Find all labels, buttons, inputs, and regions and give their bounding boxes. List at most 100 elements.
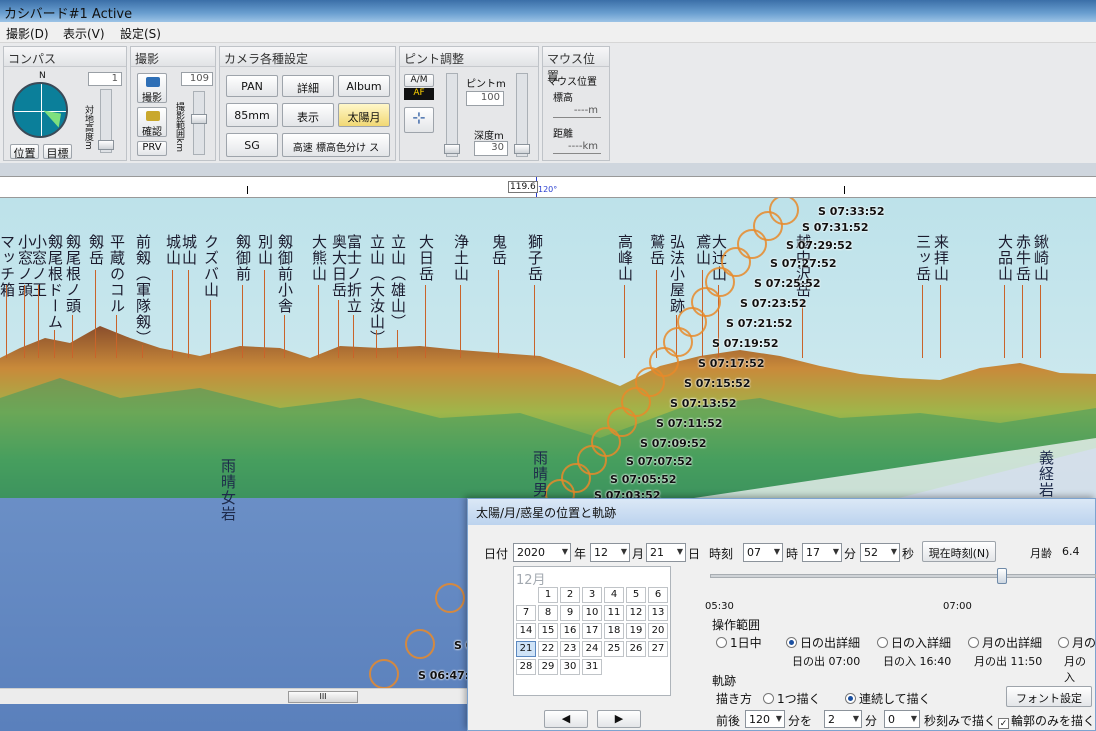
draw-once-radio[interactable]: 1つ描く [763,690,821,707]
sun-time-label: S 07:25:52 [754,277,821,290]
draw-continuous-label: 連続して描く [859,692,931,706]
confirm-label: 確認 [142,127,162,138]
calendar-day[interactable]: 24 [582,641,602,657]
focus-target-button[interactable]: ⊹ [404,107,434,133]
peak-leader-line [142,345,143,358]
peak-label: 剱尾根ドーム [46,234,64,330]
menu-settings[interactable]: 設定(S) [120,25,161,42]
calendar-day[interactable]: 20 [648,623,668,639]
time-mid: 07:00 [943,601,972,612]
album-button[interactable]: Album [338,75,390,97]
calendar-day[interactable]: 25 [604,641,624,657]
hour-select[interactable]: 07 [743,543,783,562]
calendar-day[interactable]: 31 [582,659,602,675]
render-mode-button[interactable]: 高速 標高色分け ス [282,133,390,157]
month-select[interactable]: 12 [590,543,630,562]
calendar-day[interactable]: 27 [648,641,668,657]
calendar-day[interactable]: 1 [538,587,558,603]
lens-button[interactable]: 85mm [226,103,278,127]
sg-button[interactable]: SG [226,133,278,157]
calendar-day[interactable]: 9 [560,605,580,621]
target-button[interactable]: 目標 [43,144,72,160]
outline-only-checkbox[interactable]: ✓ 輪郭のみを描く [998,712,1095,729]
detail-button[interactable]: 詳細 [282,75,334,97]
af-indicator[interactable]: AF [404,88,434,100]
menu-view[interactable]: 表示(V) [63,25,105,42]
range-radio[interactable]: 日の入詳細 [877,634,951,651]
calendar-day[interactable]: 16 [560,623,580,639]
calendar-day[interactable]: 15 [538,623,558,639]
calendar-day[interactable]: 13 [648,605,668,621]
compass-dial[interactable] [12,82,68,138]
calendar-day[interactable]: 10 [582,605,602,621]
depth-value[interactable]: 30 [474,141,508,156]
sun-time-label: S 07:29:52 [786,239,853,252]
calendar-day[interactable]: 29 [538,659,558,675]
horizontal-scrollbar[interactable]: III [0,688,467,704]
position-button[interactable]: 位置 [10,144,39,160]
focus-value[interactable]: 100 [466,91,504,106]
minutes-spinner[interactable]: 120 [745,710,785,728]
range-slider[interactable] [191,91,207,155]
display-button[interactable]: 表示 [282,103,334,127]
calendar-day[interactable]: 23 [560,641,580,657]
scroll-thumb[interactable]: III [288,691,358,703]
day-select[interactable]: 21 [646,543,686,562]
calendar-month: 12月 [516,573,546,588]
focus-slider[interactable] [444,73,460,157]
calendar-day[interactable]: 3 [582,587,602,603]
am-button[interactable]: A/M [404,74,434,87]
calendar[interactable]: 12月 1 2 3 4 5 6 7 8 9 10 11 12 13 14 15 16 17 18 19 20 21 22 2… [513,566,671,696]
peak-label: 奥大日岳 [330,234,348,298]
range-radio[interactable]: 日の出詳細 [786,634,860,651]
range-radio[interactable]: 月の出詳細 [968,634,1042,651]
next-button[interactable]: ▶ [597,710,641,728]
peak-label: 別山 [256,234,274,266]
range-radio[interactable]: 月の [1058,634,1096,651]
calendar-day[interactable]: 14 [516,623,536,639]
calendar-day[interactable]: 7 [516,605,536,621]
peak-leader-line [95,270,96,358]
time-slider[interactable] [710,568,1096,584]
range-radio-label: 1日中 [730,636,762,650]
shoot-button[interactable]: 撮影 [137,73,167,104]
draw-label: 描き方 [716,692,753,706]
calendar-day[interactable]: 26 [626,641,646,657]
calendar-day[interactable]: 2 [560,587,580,603]
peak-leader-line [656,270,657,358]
calendar-day[interactable]: 12 [626,605,646,621]
draw-continuous-radio[interactable]: 連続して描く [845,690,931,707]
minute-select[interactable]: 17 [802,543,842,562]
now-button[interactable]: 現在時刻(N) [922,541,996,562]
range-radio[interactable]: 1日中 [716,634,762,651]
calendar-day[interactable]: 18 [604,623,624,639]
calendar-day[interactable]: 6 [648,587,668,603]
calendar-day[interactable]: 22 [538,641,558,657]
calendar-day[interactable]: 19 [626,623,646,639]
peak-label: 三ッ岳 [914,234,932,282]
calendar-day[interactable]: 21 [516,641,536,657]
calendar-day[interactable]: 4 [604,587,624,603]
second-select[interactable]: 52 [860,543,900,562]
peak-label: 大熊山 [310,234,328,282]
calendar-day[interactable]: 8 [538,605,558,621]
title-bar: カシバード#1 Active [0,0,1096,22]
calendar-day[interactable]: 17 [582,623,602,639]
sun-moon-button[interactable]: 太陽月 [338,103,390,127]
year-select[interactable]: 2020 [513,543,571,562]
calendar-day[interactable]: 30 [560,659,580,675]
calendar-day[interactable]: 11 [604,605,624,621]
prev-button[interactable]: ◀ [544,710,588,728]
confirm-button[interactable]: 確認 [137,107,167,138]
calendar-day[interactable]: 28 [516,659,536,675]
second-spinner[interactable]: 0 [884,710,920,728]
calendar-day[interactable]: 5 [626,587,646,603]
prv-button[interactable]: PRV [137,141,167,156]
altitude-slider[interactable] [98,89,114,153]
peak-label: 獅子岳 [526,234,544,282]
menu-shoot[interactable]: 撮影(D) [6,25,49,42]
step-spinner[interactable]: 2 [824,710,862,728]
font-settings-button[interactable]: フォント設定 [1006,686,1092,707]
depth-slider[interactable] [514,73,530,157]
pan-button[interactable]: PAN [226,75,278,97]
